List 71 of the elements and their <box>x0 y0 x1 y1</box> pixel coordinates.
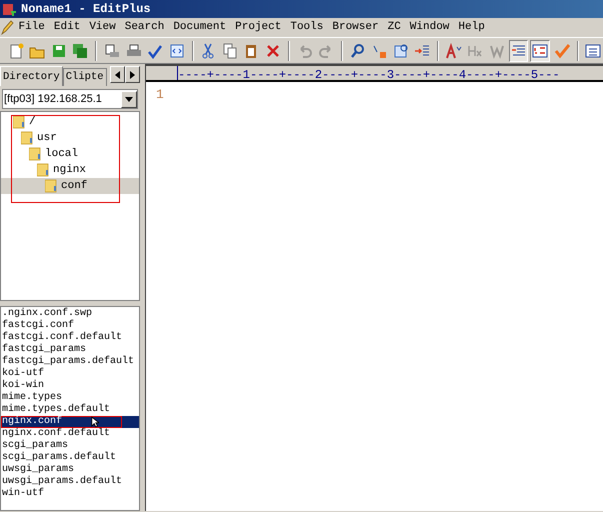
pencil-icon <box>0 20 14 36</box>
copy-icon <box>222 42 238 58</box>
print-preview-icon <box>104 42 120 58</box>
menu-item[interactable]: Project <box>230 19 286 36</box>
spellcheck-icon <box>147 42 164 58</box>
mouse-cursor-icon <box>91 416 99 428</box>
menu-item[interactable]: ZC <box>383 19 406 36</box>
directory-entry[interactable]: scgi_params.default <box>1 452 139 464</box>
directory-entry[interactable]: koi-utf <box>1 368 139 380</box>
sidebar-tab[interactable]: Clipte <box>62 68 107 86</box>
tree-item[interactable]: local <box>1 146 139 162</box>
line-number-icon <box>532 42 548 58</box>
folder-icon <box>45 179 57 193</box>
directory-entry[interactable]: fastcgi.conf <box>1 320 139 332</box>
directory-entry[interactable]: uwsgi_params <box>1 464 139 476</box>
left-arrow-icon <box>114 70 120 78</box>
save-icon <box>50 42 67 58</box>
column-ruler: ----+----1----+----2----+----3----+----4----+----5--- <box>177 66 603 80</box>
directory-entry[interactable]: .nginx.conf.swp <box>1 308 139 320</box>
tree-item[interactable]: / <box>1 114 139 130</box>
directory-entry[interactable]: scgi_params <box>1 440 139 452</box>
printer-icon <box>126 42 142 58</box>
menu-item[interactable]: Tools <box>286 19 328 36</box>
window-search-icon <box>392 42 409 58</box>
app-icon <box>2 2 17 16</box>
new-file-icon <box>8 42 24 58</box>
delete-icon <box>264 42 281 58</box>
checkmark-icon <box>554 42 570 58</box>
right-arrow-icon <box>130 70 136 78</box>
menu-item[interactable]: Window <box>405 19 454 36</box>
drive-select[interactable]: [ftp03] 192.168.25.1 <box>2 89 138 109</box>
directory-entry[interactable]: mime.types.default <box>1 404 139 416</box>
search-icon <box>350 42 366 58</box>
menu-item[interactable]: File <box>14 19 50 36</box>
directory-entry[interactable]: uwsgi_params.default <box>1 476 139 488</box>
directory-entry[interactable]: nginx.conf.default <box>1 428 139 440</box>
window-title: Noname1 - EditPlus <box>21 1 151 18</box>
sidebar-tab[interactable]: Directory <box>0 66 63 86</box>
folder-icon <box>13 115 25 129</box>
save-all-icon <box>72 42 88 58</box>
directory-entry[interactable]: mime.types <box>1 392 139 404</box>
menu-item[interactable]: Browser <box>328 19 384 36</box>
scroll-right-button[interactable] <box>125 66 140 83</box>
directory-entry[interactable]: fastcgi.conf.default <box>1 332 139 344</box>
menu-item[interactable]: Search <box>120 19 169 36</box>
word-wrap-icon <box>510 42 527 58</box>
directory-entry[interactable]: nginx.conf <box>1 416 139 428</box>
folder-icon <box>29 147 41 161</box>
directory-entry[interactable]: fastcgi_params.default <box>1 356 139 368</box>
menu-item[interactable]: Help <box>454 19 490 36</box>
tree-item[interactable]: conf <box>1 178 139 194</box>
tree-item[interactable]: usr <box>1 130 139 146</box>
tree-item[interactable]: nginx <box>1 162 139 178</box>
directory-entry[interactable]: koi-win <box>1 380 139 392</box>
menu-item[interactable]: Document <box>168 19 231 36</box>
code-preview-icon <box>168 42 185 58</box>
menu-item[interactable]: Edit <box>49 19 85 36</box>
scroll-left-button[interactable] <box>110 66 125 83</box>
directory-entry[interactable]: fastcgi_params <box>1 344 139 356</box>
indent-icon <box>414 42 430 58</box>
directory-entry[interactable]: win-utf <box>1 488 139 500</box>
list-window-icon <box>585 42 602 58</box>
line-number-button[interactable] <box>530 40 550 62</box>
dropdown-arrow-icon <box>125 96 133 102</box>
font-size-icon <box>446 42 462 58</box>
line-number: 1 <box>155 86 165 104</box>
word-wrap-button[interactable] <box>508 40 528 62</box>
scissors-icon <box>200 42 216 58</box>
folder-icon <box>37 163 49 177</box>
menu-item[interactable]: View <box>84 19 120 36</box>
folder-icon <box>21 131 33 145</box>
